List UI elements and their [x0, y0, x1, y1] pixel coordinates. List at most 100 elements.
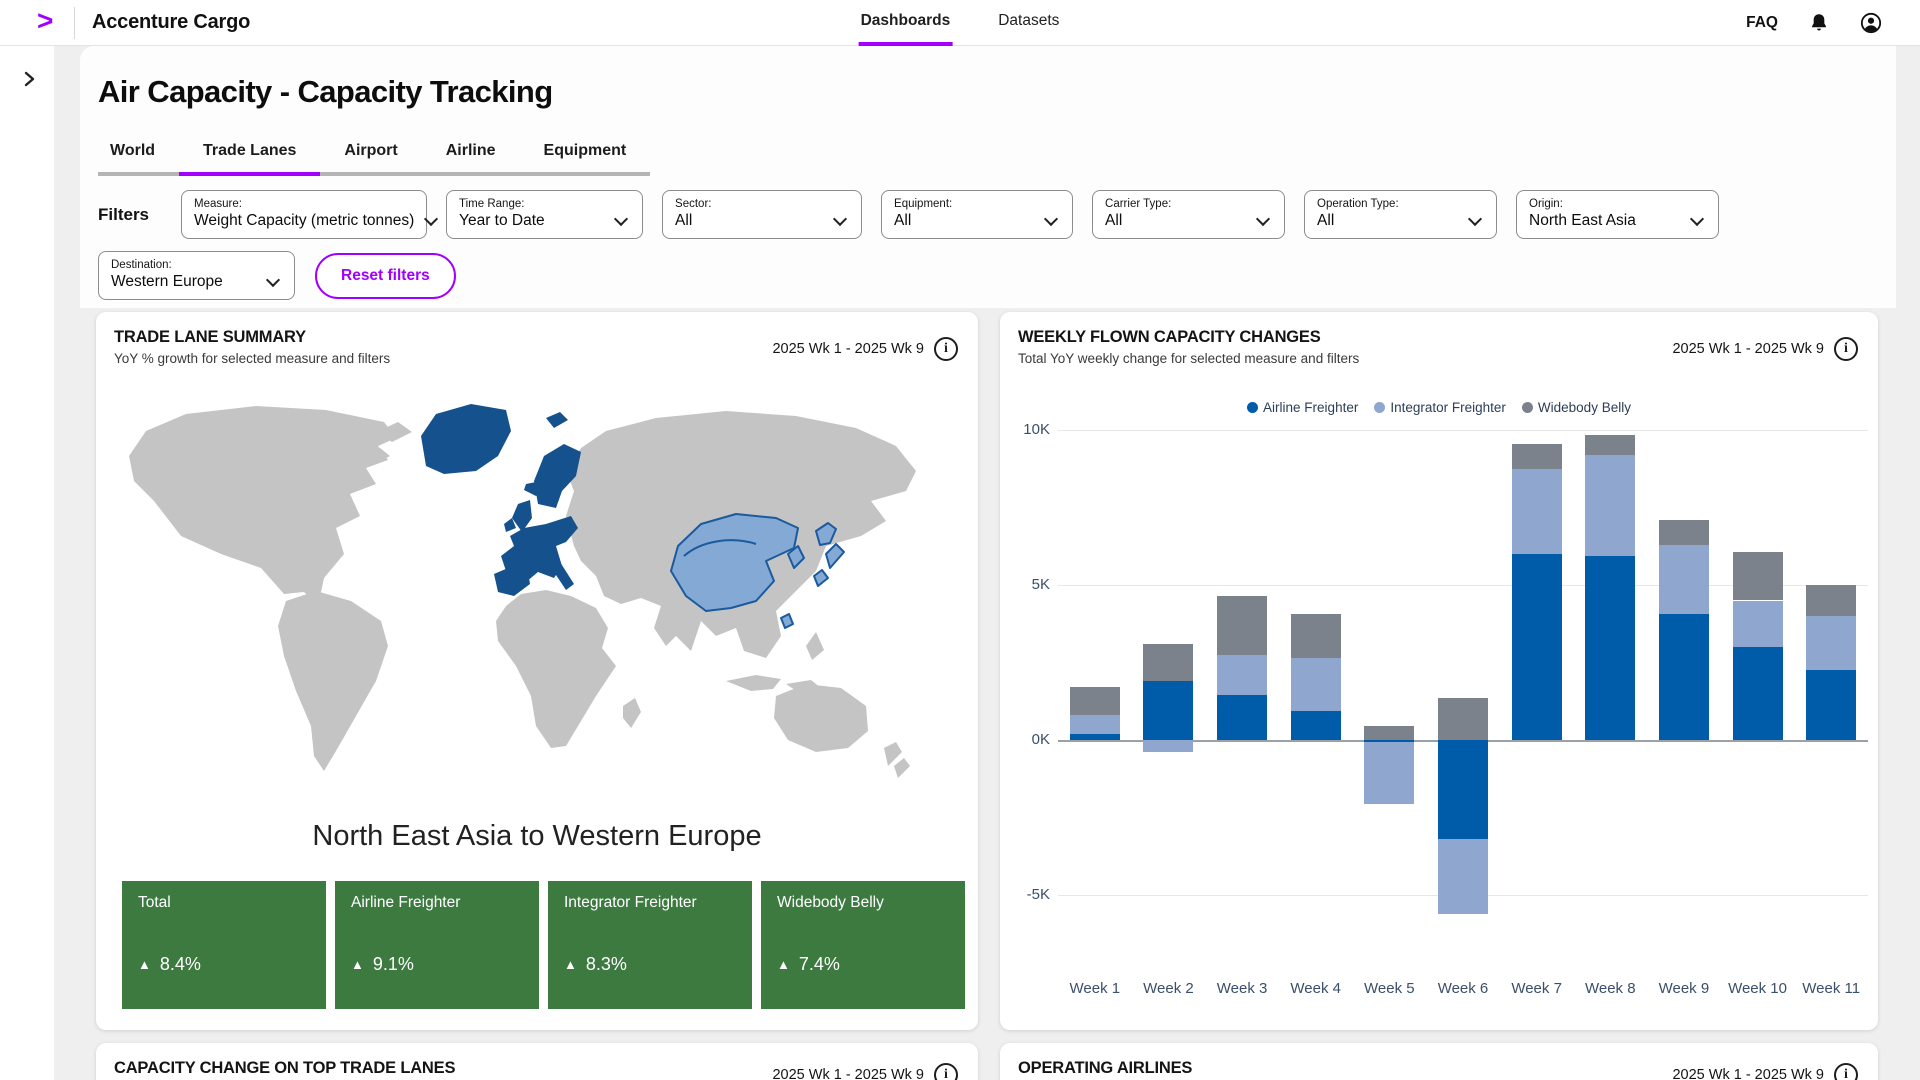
info-icon[interactable]: i: [1834, 1063, 1858, 1080]
logo-divider: [74, 7, 75, 39]
chevron-down-icon: [1468, 211, 1482, 225]
bar-segment-airline-freighter[interactable]: [1512, 554, 1562, 740]
trade-lane-summary-card: TRADE LANE SUMMARY YoY % growth for sele…: [96, 312, 978, 1030]
bar-segment-widebody-belly[interactable]: [1659, 520, 1709, 545]
bar-segment-airline-freighter[interactable]: [1659, 614, 1709, 740]
legend-item-integrator-freighter[interactable]: Integrator Freighter: [1374, 400, 1506, 415]
x-axis-label: Week 8: [1573, 980, 1647, 997]
faq-link[interactable]: FAQ: [1746, 14, 1778, 32]
bar-segment-integrator-freighter[interactable]: [1364, 742, 1414, 804]
filter-value: All: [1105, 212, 1122, 230]
map-madagascar: [623, 698, 641, 728]
map-south-america: [278, 591, 388, 771]
bar-segment-airline-freighter[interactable]: [1143, 681, 1193, 740]
bar-segment-airline-freighter[interactable]: [1217, 695, 1267, 740]
bar-segment-integrator-freighter[interactable]: [1585, 455, 1635, 556]
x-axis-label: Week 7: [1500, 980, 1574, 997]
bar-segment-widebody-belly[interactable]: [1733, 552, 1783, 600]
card-subtitle: Total YoY weekly change for selected mea…: [1018, 351, 1359, 366]
filter-label: Measure:: [194, 198, 414, 210]
y-axis-label: -5K: [1006, 886, 1050, 903]
bar-segment-widebody-belly[interactable]: [1512, 444, 1562, 469]
kpi-value: 8.3%: [586, 954, 627, 975]
weekly-capacity-card: WEEKLY FLOWN CAPACITY CHANGES Total YoY …: [1000, 312, 1878, 1030]
info-icon[interactable]: i: [934, 1063, 958, 1080]
bar-segment-integrator-freighter[interactable]: [1659, 545, 1709, 615]
bar-segment-integrator-freighter[interactable]: [1070, 715, 1120, 734]
bar-segment-integrator-freighter[interactable]: [1733, 601, 1783, 648]
chevron-down-icon: [1256, 211, 1270, 225]
bar-segment-airline-freighter[interactable]: [1733, 647, 1783, 740]
filter-label: Time Range:: [459, 198, 630, 210]
filter-dropdown-operation-type[interactable]: Operation Type:All: [1304, 190, 1497, 239]
legend-item-airline-freighter[interactable]: Airline Freighter: [1247, 400, 1358, 415]
x-axis-label: Week 4: [1279, 980, 1353, 997]
legend-label: Widebody Belly: [1538, 400, 1631, 415]
chevron-down-icon: [614, 211, 628, 225]
account-icon[interactable]: [1860, 12, 1882, 34]
filters-label: Filters: [98, 205, 149, 225]
filter-dropdown-destination[interactable]: Destination:Western Europe: [98, 251, 295, 300]
legend-item-widebody-belly[interactable]: Widebody Belly: [1522, 400, 1631, 415]
bar-segment-widebody-belly[interactable]: [1070, 687, 1120, 715]
bar-segment-widebody-belly[interactable]: [1291, 614, 1341, 657]
bar-segment-airline-freighter[interactable]: [1585, 556, 1635, 740]
kpi-value: 7.4%: [799, 954, 840, 975]
bar-segment-integrator-freighter[interactable]: [1291, 658, 1341, 711]
reset-filters-button[interactable]: Reset filters: [315, 253, 456, 299]
bar-segment-widebody-belly[interactable]: [1585, 435, 1635, 455]
legend-label: Airline Freighter: [1263, 400, 1358, 415]
filter-label: Operation Type:: [1317, 198, 1484, 210]
bar-segment-integrator-freighter[interactable]: [1512, 469, 1562, 554]
trade-lane-caption: North East Asia to Western Europe: [96, 820, 978, 853]
tab-airport[interactable]: Airport: [320, 132, 421, 176]
filter-dropdown-equipment[interactable]: Equipment: All: [881, 190, 1073, 239]
bar-segment-integrator-freighter[interactable]: [1806, 616, 1856, 670]
bar-segment-widebody-belly[interactable]: [1364, 726, 1414, 740]
kpi-value: 9.1%: [373, 954, 414, 975]
tab-world[interactable]: World: [98, 132, 179, 176]
bar-segment-airline-freighter[interactable]: [1438, 740, 1488, 839]
filter-label: Equipment:: [894, 198, 1060, 210]
bar-segment-widebody-belly[interactable]: [1143, 644, 1193, 681]
filter-label: Destination:: [111, 259, 282, 271]
filter-value: All: [894, 212, 911, 230]
filter-dropdown-time-range[interactable]: Time Range:Year to Date: [446, 190, 643, 239]
card-title: CAPACITY CHANGE ON TOP TRADE LANES: [114, 1059, 455, 1080]
x-axis-label: Week 11: [1794, 980, 1868, 997]
card-title: TRADE LANE SUMMARY: [114, 328, 390, 347]
info-icon[interactable]: i: [1834, 337, 1858, 361]
filter-dropdown-carrier-type[interactable]: Carrier Type:All: [1092, 190, 1285, 239]
expand-sidebar-chevron-icon[interactable]: [20, 70, 38, 88]
tab-equipment[interactable]: Equipment: [520, 132, 651, 176]
bar-segment-widebody-belly[interactable]: [1806, 585, 1856, 616]
bar-segment-airline-freighter[interactable]: [1806, 670, 1856, 740]
card-subtitle: YoY % growth for selected measure and fi…: [114, 351, 390, 366]
app-title: Accenture Cargo: [92, 11, 250, 34]
bar-segment-airline-freighter[interactable]: [1070, 734, 1120, 740]
bar-segment-integrator-freighter[interactable]: [1143, 740, 1193, 752]
bar-segment-widebody-belly[interactable]: [1438, 698, 1488, 740]
kpi-label: Integrator Freighter: [564, 894, 736, 912]
bar-segment-integrator-freighter[interactable]: [1217, 655, 1267, 695]
bar-segment-airline-freighter[interactable]: [1291, 711, 1341, 740]
top-nav: Dashboards Datasets: [859, 0, 1062, 46]
notifications-bell-icon[interactable]: [1808, 12, 1830, 34]
filter-value: All: [675, 212, 692, 230]
tab-airline[interactable]: Airline: [422, 132, 520, 176]
filter-dropdown-sector[interactable]: Sector:All: [662, 190, 862, 239]
x-axis-label: Week 6: [1426, 980, 1500, 997]
x-axis-label: Week 9: [1647, 980, 1721, 997]
world-map: [126, 396, 946, 806]
map-north-america: [129, 406, 396, 606]
bar-segment-widebody-belly[interactable]: [1217, 596, 1267, 655]
nav-dashboards[interactable]: Dashboards: [859, 0, 953, 46]
info-icon[interactable]: i: [934, 337, 958, 361]
filter-dropdown-origin[interactable]: Origin:North East Asia: [1516, 190, 1719, 239]
filter-dropdown-measure[interactable]: Measure:Weight Capacity (metric tonnes): [181, 190, 427, 239]
tab-trade-lanes[interactable]: Trade Lanes: [179, 132, 320, 176]
bar-segment-integrator-freighter[interactable]: [1438, 839, 1488, 913]
trend-up-icon: ▲: [564, 957, 577, 972]
gridline: [1058, 430, 1868, 431]
nav-datasets[interactable]: Datasets: [996, 0, 1061, 46]
